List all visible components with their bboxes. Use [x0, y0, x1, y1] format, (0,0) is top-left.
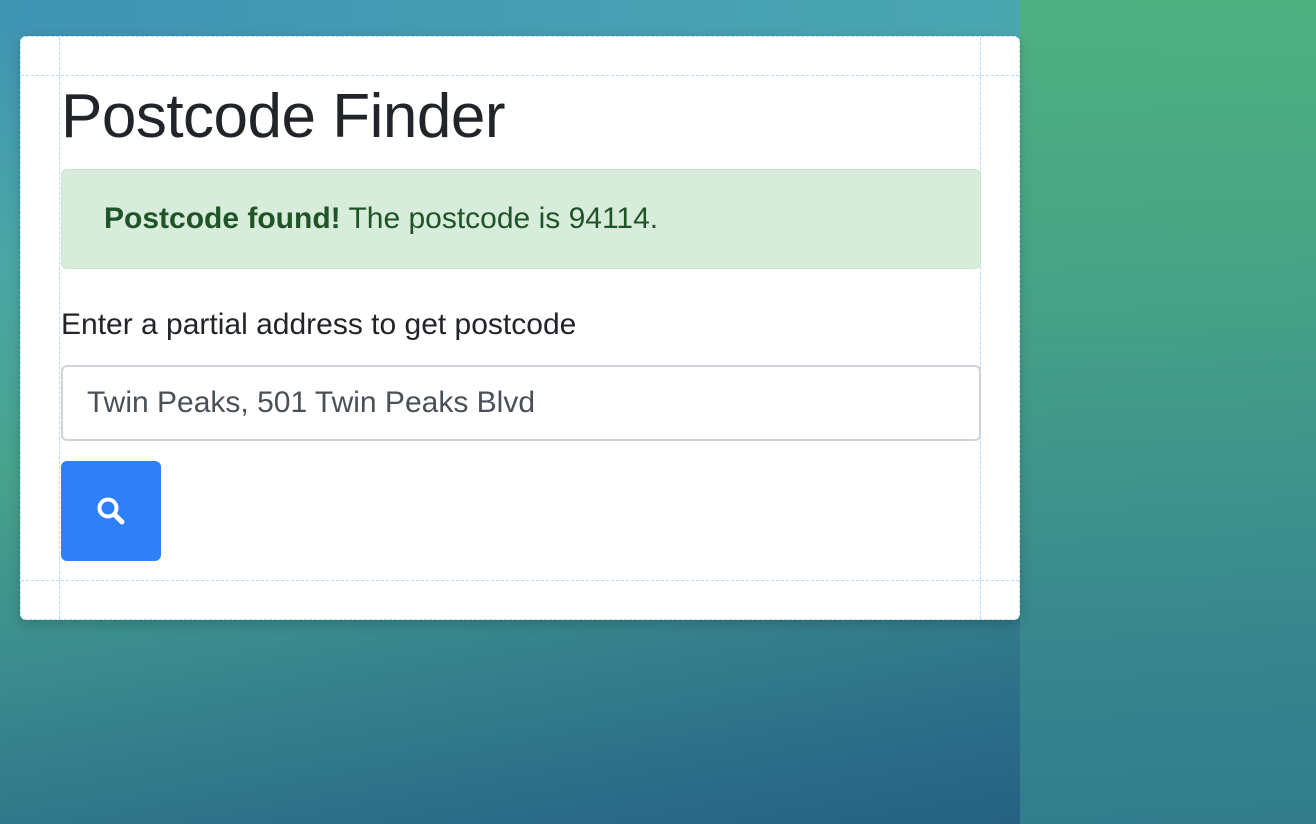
address-label: Enter a partial address to get postcode: [61, 308, 577, 341]
postcode-finder-card: Postcode Finder Postcode found! The post…: [20, 36, 1020, 620]
success-alert: Postcode found! The postcode is 94114.: [61, 169, 981, 269]
background-strip: [20, 0, 1020, 36]
alert-heading: Postcode found!: [104, 202, 341, 235]
layout-guide: [59, 37, 60, 619]
background-right: [1020, 0, 1316, 824]
search-button[interactable]: [61, 461, 161, 561]
alert-message: The postcode is 94114.: [348, 202, 659, 235]
layout-guide: [21, 580, 1019, 581]
layout-guide: [21, 75, 1019, 76]
layout-guide: [980, 37, 981, 619]
page-title: Postcode Finder: [61, 82, 505, 151]
search-icon: [95, 495, 127, 527]
address-input[interactable]: [61, 365, 981, 441]
